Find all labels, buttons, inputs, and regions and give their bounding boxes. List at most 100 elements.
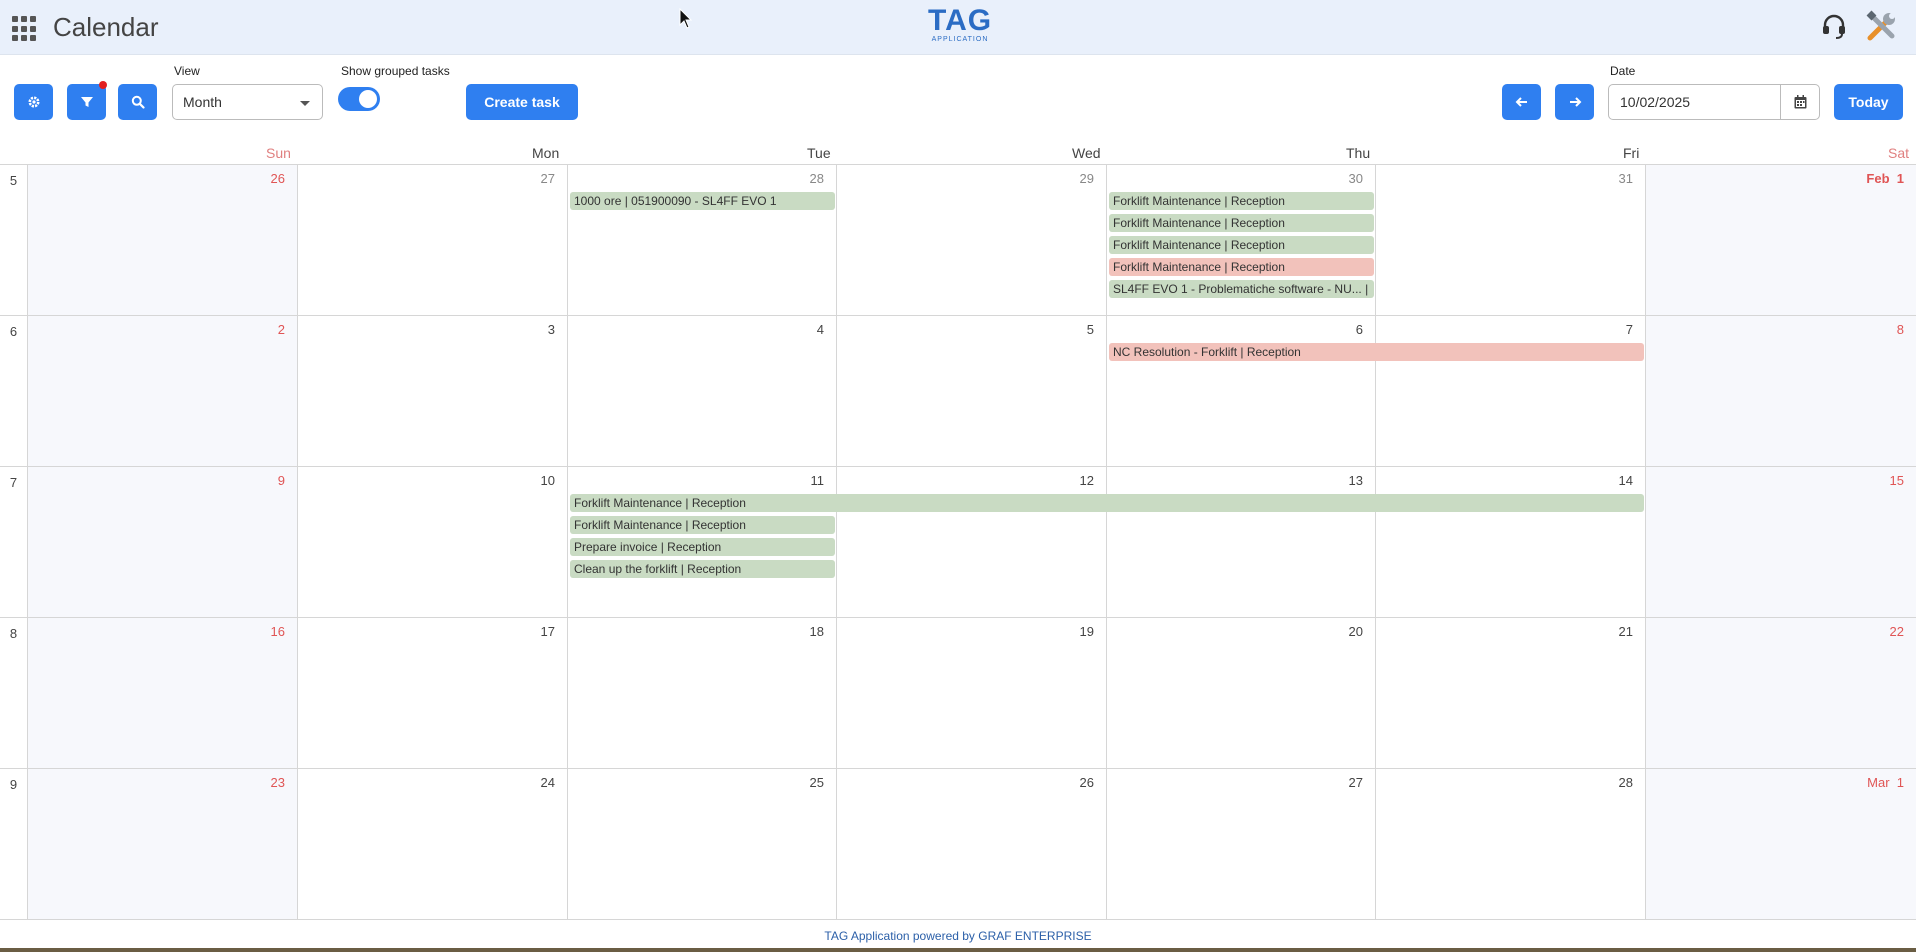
day-cell[interactable]: 19 [837, 618, 1107, 768]
grouped-tasks-label: Show grouped tasks [341, 64, 450, 78]
date-input[interactable]: 10/02/2025 [1608, 84, 1820, 120]
week-row: 5 26 27 28 29 30 31 Feb 1 1000 ore | 051… [0, 165, 1916, 316]
today-button[interactable]: Today [1834, 84, 1903, 120]
day-cell[interactable]: 9 [28, 467, 298, 617]
day-cell[interactable]: 5 [837, 316, 1107, 466]
logo-main-text: TAG [928, 4, 993, 37]
day-cell[interactable]: 2 [28, 316, 298, 466]
calendar-event[interactable]: Forklift Maintenance | Reception [1109, 236, 1374, 254]
day-header-fri: Fri [1623, 145, 1640, 161]
day-cell[interactable]: 27 [298, 165, 568, 315]
day-cell[interactable]: 7 [1376, 316, 1646, 466]
day-number: 31 [1618, 171, 1633, 186]
logo-sub-text: APPLICATION [931, 36, 989, 43]
day-number: 28 [1618, 775, 1633, 790]
calendar-event[interactable]: Forklift Maintenance | Reception [1109, 214, 1374, 232]
search-icon [131, 95, 145, 109]
calendar-event[interactable]: Forklift Maintenance | Reception [1109, 258, 1374, 276]
gear-icon [28, 96, 39, 108]
caret-down-icon [300, 101, 310, 106]
day-cell[interactable]: 8 [1646, 316, 1916, 466]
day-cell[interactable]: 28 [568, 165, 837, 315]
day-header-tue: Tue [807, 145, 831, 161]
previous-button[interactable] [1502, 84, 1541, 120]
day-cell[interactable]: 10 [298, 467, 568, 617]
app-title: Calendar [53, 12, 159, 42]
day-number: 12 [1079, 473, 1094, 488]
day-number: 16 [270, 624, 285, 639]
day-number: Mar 1 [1867, 775, 1904, 790]
week-number: 8 [0, 618, 28, 769]
day-number: 10 [540, 473, 555, 488]
day-header-wed: Wed [1072, 145, 1101, 161]
day-number: 8 [1896, 322, 1904, 337]
day-cell[interactable]: 26 [28, 165, 298, 315]
calendar-event[interactable]: SL4FF EVO 1 - Problematiche software - N… [1109, 280, 1374, 298]
day-number: 15 [1889, 473, 1904, 488]
view-select[interactable]: Month [172, 84, 323, 120]
mouse-cursor-icon [679, 8, 693, 29]
search-button[interactable] [118, 84, 157, 120]
day-number: 9 [277, 473, 285, 488]
day-cell[interactable]: 31 [1376, 165, 1646, 315]
day-cell[interactable]: 6 [1107, 316, 1376, 466]
week-number: 5 [0, 165, 28, 316]
day-cell[interactable]: 26 [837, 769, 1107, 919]
day-number: 6 [1355, 322, 1363, 337]
day-number: 5 [1086, 322, 1094, 337]
next-button[interactable] [1555, 84, 1594, 120]
day-cell[interactable]: Mar 1 [1646, 769, 1916, 919]
day-cell[interactable]: 23 [28, 769, 298, 919]
day-cell[interactable]: 18 [568, 618, 837, 768]
calendar-event[interactable]: 1000 ore | 051900090 - SL4FF EVO 1 [570, 192, 835, 210]
tools-settings-icon[interactable] [1864, 10, 1898, 44]
settings-button[interactable] [14, 84, 53, 120]
day-number: 26 [270, 171, 285, 186]
date-label: Date [1610, 64, 1636, 78]
week-row: 7 9 10 11 12 13 14 15 Forklift Maintenan… [0, 467, 1916, 618]
headset-support-icon[interactable] [1820, 12, 1848, 40]
day-cell[interactable]: 14 [1376, 467, 1646, 617]
day-number: 25 [809, 775, 824, 790]
day-number: 23 [270, 775, 285, 790]
filter-icon [80, 97, 93, 107]
day-number: 13 [1348, 473, 1363, 488]
calendar-event[interactable]: Forklift Maintenance | Reception [570, 494, 1644, 512]
day-number: 2 [277, 322, 285, 337]
calendar-event[interactable]: NC Resolution - Forklift | Reception [1109, 343, 1644, 361]
week-row: 8 16 17 18 19 20 21 22 [0, 618, 1916, 769]
day-cell[interactable]: 25 [568, 769, 837, 919]
calendar-event[interactable]: Forklift Maintenance | Reception [570, 516, 835, 534]
day-number: 11 [810, 473, 825, 488]
calendar-event[interactable]: Prepare invoice | Reception [570, 538, 835, 556]
day-cell[interactable]: 4 [568, 316, 837, 466]
day-cell[interactable]: 28 [1376, 769, 1646, 919]
grouped-tasks-toggle[interactable] [338, 87, 380, 111]
apps-grid-icon[interactable] [12, 16, 38, 42]
day-cell[interactable]: 3 [298, 316, 568, 466]
day-cell[interactable]: 24 [298, 769, 568, 919]
day-cell[interactable]: 20 [1107, 618, 1376, 768]
day-cell[interactable]: 15 [1646, 467, 1916, 617]
day-header-sat: Sat [1888, 145, 1910, 161]
day-cell[interactable]: Feb 1 [1646, 165, 1916, 315]
filter-button[interactable] [67, 84, 106, 120]
day-header-thu: Thu [1346, 145, 1371, 161]
calendar-event[interactable]: Forklift Maintenance | Reception [1109, 192, 1374, 210]
day-cell[interactable]: 17 [298, 618, 568, 768]
day-cell[interactable]: 13 [1107, 467, 1376, 617]
calendar-event[interactable]: Clean up the forklift | Reception [570, 560, 835, 578]
day-cell[interactable]: 29 [837, 165, 1107, 315]
day-cell[interactable]: 22 [1646, 618, 1916, 768]
day-cell[interactable]: 16 [28, 618, 298, 768]
arrow-left-icon [1515, 97, 1527, 107]
create-task-button[interactable]: Create task [466, 84, 578, 120]
day-number: 22 [1889, 624, 1904, 639]
day-header-mon: Mon [532, 145, 560, 161]
day-cell[interactable]: 27 [1107, 769, 1376, 919]
day-cell[interactable]: 21 [1376, 618, 1646, 768]
day-cell[interactable]: 12 [837, 467, 1107, 617]
day-number: 27 [1348, 775, 1363, 790]
calendar-picker-button[interactable] [1780, 85, 1819, 119]
calendar-icon [1794, 95, 1806, 109]
